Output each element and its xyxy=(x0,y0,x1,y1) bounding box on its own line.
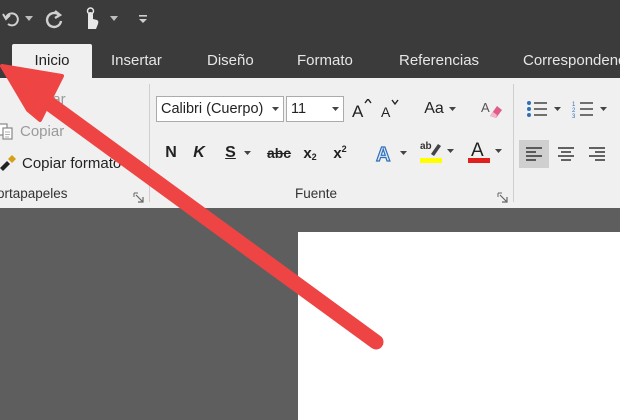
quick-access-toolbar xyxy=(0,0,620,40)
chevron-down-icon xyxy=(599,106,607,111)
copy-label: Copiar xyxy=(20,122,65,140)
tab-correspondencia[interactable]: Correspondencia xyxy=(523,44,620,78)
bold-button[interactable]: N xyxy=(160,140,182,166)
highlight-color-button[interactable]: ab xyxy=(414,138,458,164)
italic-button[interactable]: K xyxy=(188,140,210,166)
chevron-down-icon xyxy=(269,97,281,121)
svg-text:3: 3 xyxy=(572,114,576,118)
font-name-select[interactable]: Calibri (Cuerpo) xyxy=(156,96,284,122)
svg-text:A: A xyxy=(481,100,490,115)
document-page[interactable] xyxy=(298,232,620,420)
font-size-select[interactable]: 11 xyxy=(286,96,344,122)
group-divider xyxy=(149,84,150,202)
customize-icon xyxy=(139,15,147,23)
tab-insertar[interactable]: Insertar xyxy=(111,44,162,78)
align-left-button[interactable] xyxy=(519,140,549,168)
align-left-icon xyxy=(526,147,542,161)
dialog-launcher-icon xyxy=(497,192,508,203)
text-effects-icon: A xyxy=(375,143,391,164)
font-dialog-launcher[interactable] xyxy=(497,190,508,203)
svg-text:A: A xyxy=(376,144,390,164)
document-workspace xyxy=(0,208,620,420)
font-group-label: Fuente xyxy=(295,186,338,201)
copy-button[interactable]: Copiar xyxy=(0,118,64,144)
redo-icon xyxy=(45,10,63,29)
svg-text:A: A xyxy=(352,102,364,119)
format-painter-label: Copiar formato xyxy=(22,154,122,172)
superscript-button[interactable]: x2 xyxy=(328,140,352,166)
change-case-button[interactable]: Aa xyxy=(418,96,462,122)
chevron-down-icon xyxy=(25,16,33,21)
group-divider xyxy=(513,84,514,202)
clear-formatting-button[interactable]: A xyxy=(478,96,506,122)
touch-mode-icon xyxy=(86,7,99,29)
shrink-font-icon: A xyxy=(381,99,399,119)
subscript-button[interactable]: x2 xyxy=(298,140,322,166)
bullets-button[interactable] xyxy=(522,96,564,122)
chevron-down-icon xyxy=(243,150,251,155)
tab-inicio[interactable]: Inicio xyxy=(12,44,92,78)
dialog-launcher-icon xyxy=(133,192,144,203)
chevron-down-icon xyxy=(446,148,454,153)
align-center-button[interactable] xyxy=(551,140,581,168)
cut-label: Cortar xyxy=(24,90,66,108)
ribbon: Cortar Copiar Copiar formato Portapapele… xyxy=(0,78,620,208)
chevron-down-icon xyxy=(399,150,407,155)
align-right-button[interactable] xyxy=(582,140,612,168)
align-center-icon xyxy=(558,147,574,161)
undo-dropdown[interactable] xyxy=(22,6,36,32)
grow-font-icon: A xyxy=(352,99,372,119)
touch-mode-dropdown[interactable] xyxy=(106,6,122,32)
tab-diseno[interactable]: Diseño xyxy=(207,44,254,78)
shrink-font-button[interactable]: A xyxy=(378,96,402,122)
strikethrough-button[interactable]: abc xyxy=(264,140,294,166)
redo-button[interactable] xyxy=(42,6,68,32)
paintbrush-icon xyxy=(0,152,18,174)
svg-text:A: A xyxy=(381,104,391,119)
svg-text:ab: ab xyxy=(420,141,432,152)
chevron-down-icon xyxy=(553,106,561,111)
tab-formato[interactable]: Formato xyxy=(297,44,353,78)
eraser-icon: A xyxy=(481,100,502,118)
customize-toolbar-button[interactable] xyxy=(134,6,152,32)
chevron-down-icon xyxy=(329,97,341,121)
chevron-down-icon xyxy=(494,148,502,153)
chevron-down-icon xyxy=(448,106,456,111)
underline-button[interactable]: S xyxy=(218,140,258,166)
align-right-icon xyxy=(589,147,605,161)
tab-referencias[interactable]: Referencias xyxy=(399,44,479,78)
clipboard-group-label: Portapapeles xyxy=(0,186,68,201)
highlighter-icon: ab xyxy=(419,141,442,163)
format-painter-button[interactable]: Copiar formato xyxy=(0,150,121,176)
numbering-button[interactable]: 123 xyxy=(568,96,610,122)
touch-mode-button[interactable] xyxy=(76,6,106,32)
grow-font-button[interactable]: A xyxy=(350,96,374,122)
numbered-list-icon: 123 xyxy=(572,102,593,118)
svg-text:A: A xyxy=(471,140,484,161)
font-color-button[interactable]: A xyxy=(462,138,506,164)
clipboard-dialog-launcher[interactable] xyxy=(133,190,144,203)
chevron-down-icon xyxy=(110,16,118,21)
font-color-icon: A xyxy=(467,140,490,163)
copy-icon xyxy=(0,120,16,142)
cut-button[interactable]: Cortar xyxy=(0,86,66,112)
text-effects-button[interactable]: A xyxy=(370,140,410,166)
bullet-list-icon xyxy=(526,101,547,117)
undo-button[interactable] xyxy=(0,6,22,32)
undo-icon xyxy=(2,12,19,27)
ribbon-tabs: Inicio Insertar Diseño Formato Referenci… xyxy=(0,40,620,78)
